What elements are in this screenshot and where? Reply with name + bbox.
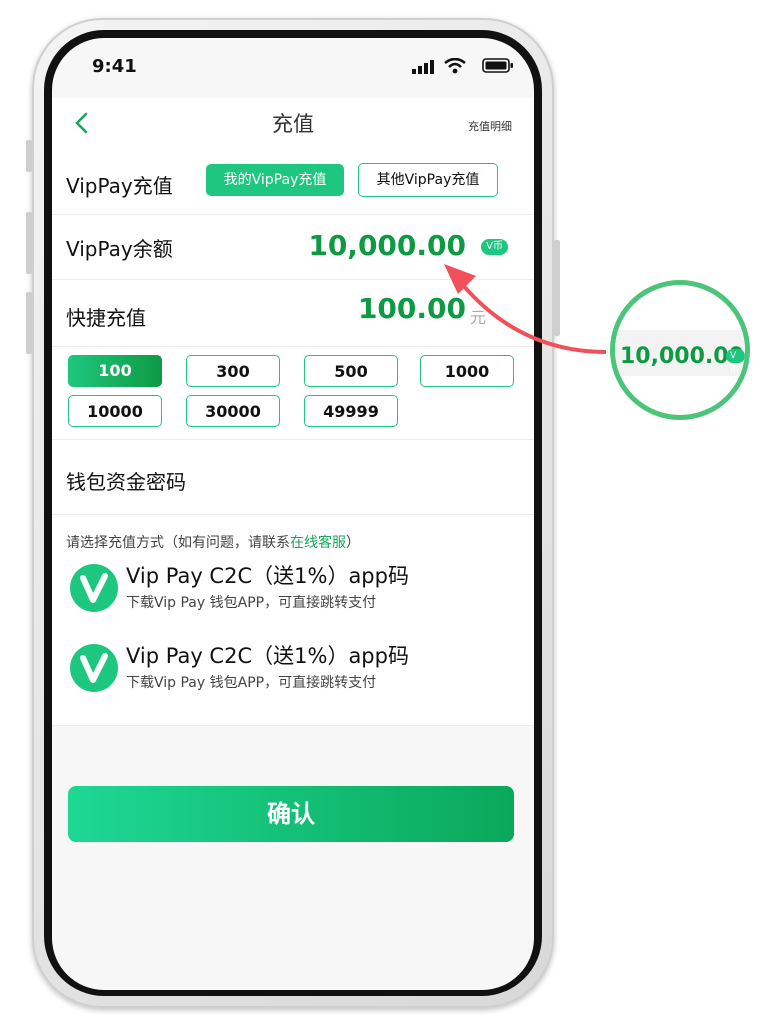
zoom-callout: 10,000.00 V币 — [610, 280, 750, 420]
zoom-vcoin-badge: V币 — [726, 349, 745, 375]
callout-arrow-icon — [444, 264, 607, 354]
